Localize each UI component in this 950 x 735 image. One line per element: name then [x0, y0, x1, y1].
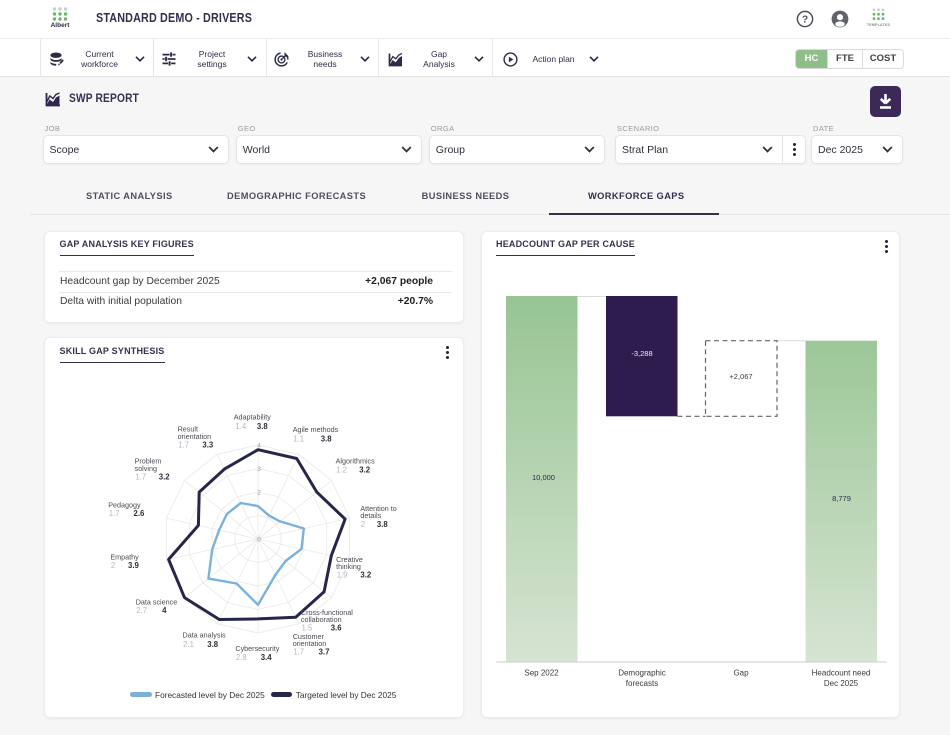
svg-text:2: 2	[361, 520, 365, 529]
svg-text:3.8: 3.8	[207, 640, 219, 649]
svg-text:3.2: 3.2	[360, 571, 372, 580]
svg-text:0: 0	[257, 536, 261, 543]
svg-text:1.7: 1.7	[178, 441, 189, 450]
svg-text:3.8: 3.8	[321, 435, 333, 444]
svg-text:4: 4	[162, 606, 167, 615]
svg-text:Gap: Gap	[733, 669, 749, 678]
svg-text:2.6: 2.6	[134, 509, 146, 518]
svg-text:3.9: 3.9	[128, 561, 140, 570]
svg-text:forecasts: forecasts	[625, 679, 657, 688]
svg-text:4: 4	[257, 442, 261, 449]
svg-text:1.1: 1.1	[293, 435, 304, 444]
svg-text:orientation: orientation	[178, 432, 212, 441]
svg-text:3.8: 3.8	[257, 422, 269, 431]
svg-text:Sep 2022: Sep 2022	[524, 669, 559, 678]
svg-text:3.3: 3.3	[202, 441, 214, 450]
svg-text:Algorithmics: Algorithmics	[336, 457, 376, 466]
svg-text:3.7: 3.7	[319, 648, 330, 657]
svg-text:10,000: 10,000	[532, 473, 555, 482]
svg-text:Data analysis: Data analysis	[183, 631, 227, 640]
svg-text:1.7: 1.7	[293, 648, 304, 657]
svg-text:Demographic: Demographic	[618, 669, 666, 678]
svg-text:2: 2	[111, 561, 115, 570]
svg-text:8,779: 8,779	[832, 494, 851, 503]
svg-text:?: ?	[802, 15, 808, 26]
svg-text:2: 2	[257, 489, 261, 496]
svg-text:1.7: 1.7	[109, 509, 120, 518]
svg-text:Agile methods: Agile methods	[293, 425, 339, 434]
svg-text:3.2: 3.2	[359, 466, 371, 475]
svg-text:Cybersecurity: Cybersecurity	[235, 644, 279, 653]
svg-text:1.9: 1.9	[337, 571, 348, 580]
svg-text:-3,288: -3,288	[631, 349, 652, 358]
svg-text:3.6: 3.6	[331, 624, 343, 633]
svg-text:3: 3	[257, 466, 261, 473]
svg-text:Headcount need: Headcount need	[811, 669, 870, 678]
svg-text:Adaptability: Adaptability	[234, 413, 272, 422]
svg-text:2.1: 2.1	[183, 640, 194, 649]
svg-text:2.8: 2.8	[236, 653, 247, 662]
svg-text:+2,067: +2,067	[729, 372, 752, 381]
svg-text:1.2: 1.2	[336, 466, 347, 475]
svg-text:Dec 2025: Dec 2025	[823, 679, 858, 688]
svg-text:3.8: 3.8	[377, 520, 389, 529]
svg-text:1.7: 1.7	[135, 473, 146, 482]
svg-text:1.4: 1.4	[235, 422, 247, 431]
svg-text:3.2: 3.2	[159, 473, 171, 482]
svg-text:3.4: 3.4	[261, 653, 273, 662]
svg-text:2.7: 2.7	[136, 606, 147, 615]
svg-text:details: details	[360, 511, 381, 520]
svg-text:solving: solving	[135, 464, 157, 473]
